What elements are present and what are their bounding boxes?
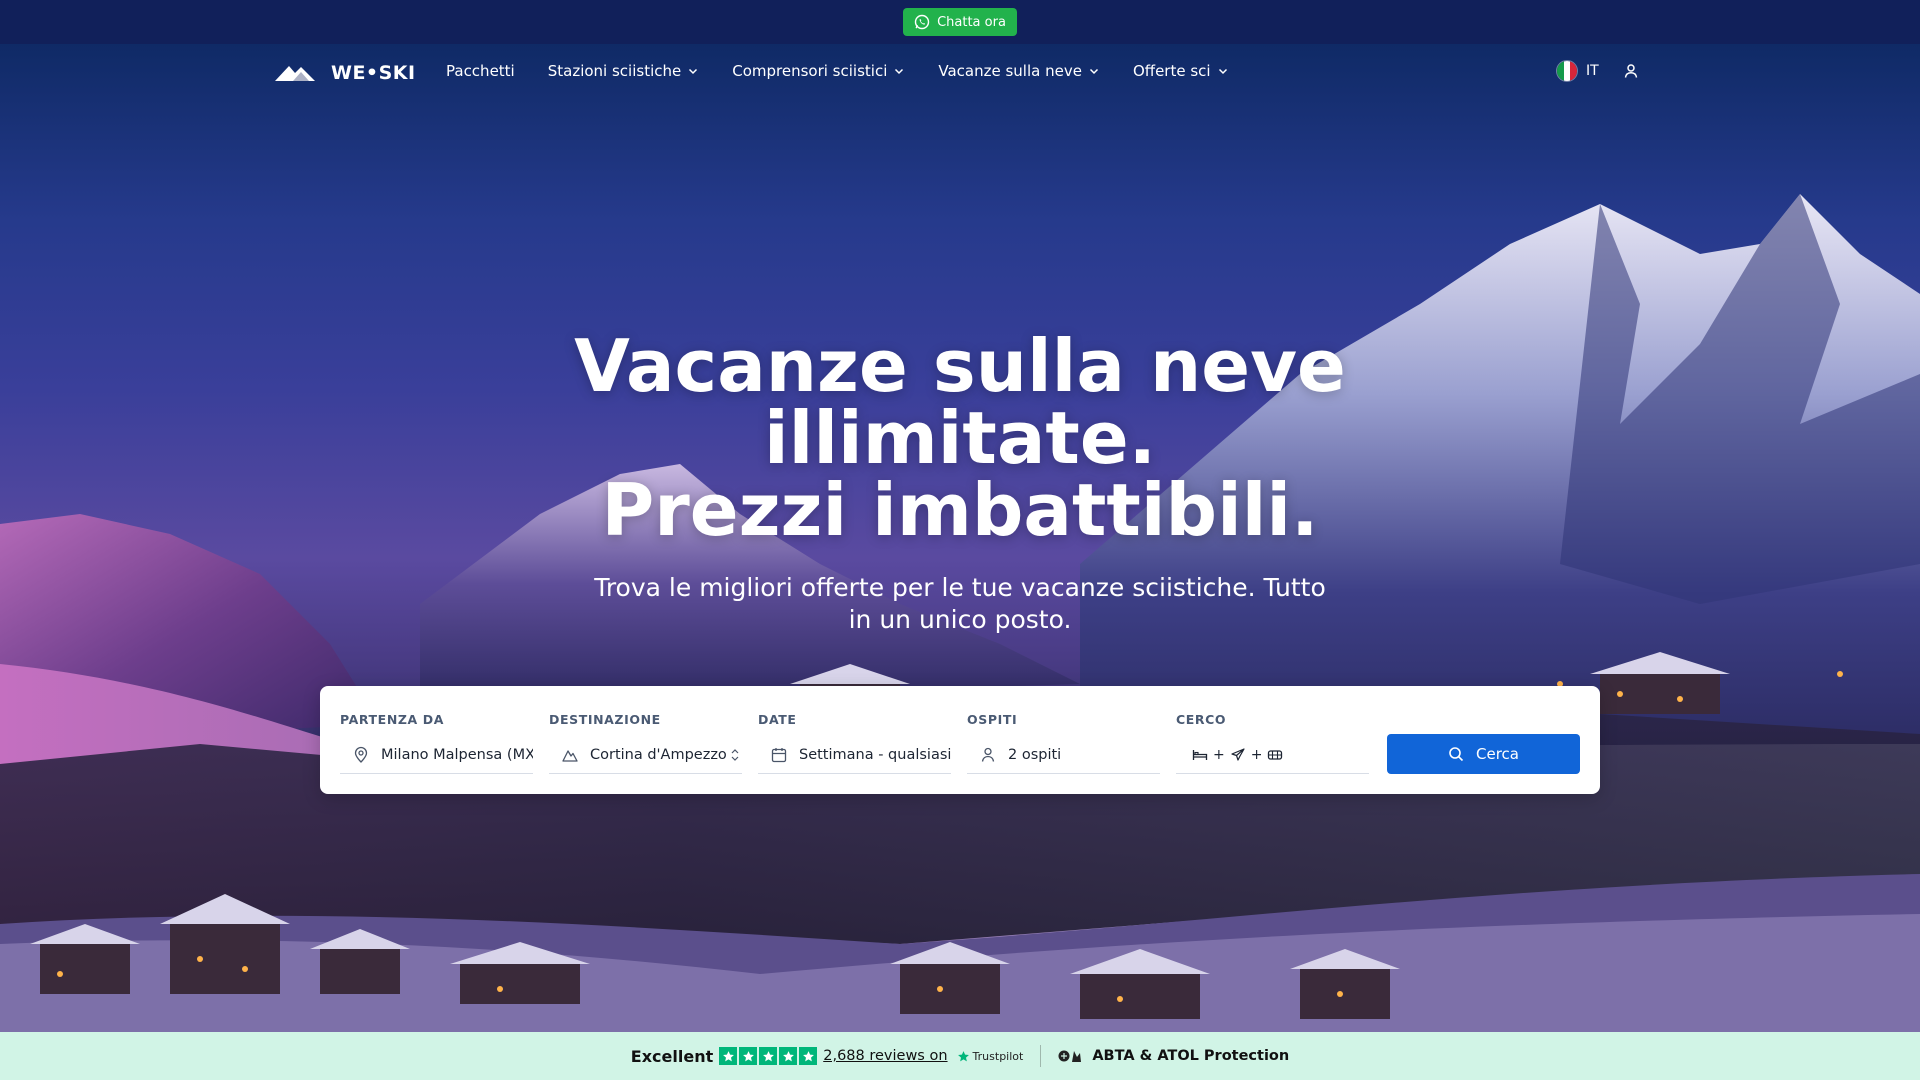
star-icon — [799, 1047, 818, 1065]
trust-bar: Excellent 2,688 reviews on Trustpilot AB… — [0, 1032, 1920, 1080]
chat-now-button[interactable]: Chatta ora — [903, 8, 1017, 36]
italy-flag-icon[interactable] — [1556, 60, 1578, 82]
whatsapp-icon — [914, 14, 930, 30]
search-button[interactable]: Cerca — [1387, 734, 1580, 774]
user-icon[interactable] — [1623, 63, 1639, 79]
nav-item-label: Comprensori sciistici — [732, 62, 888, 80]
ski-pass-icon — [1268, 749, 1283, 760]
trustpilot-stars — [719, 1047, 818, 1065]
nav-item-offerte-sci[interactable]: Offerte sci — [1133, 62, 1229, 80]
headline-line-1: Vacanze sulla neve — [574, 324, 1346, 408]
chat-now-label: Chatta ora — [937, 14, 1006, 30]
up-down-chevron-icon — [731, 748, 739, 761]
chevron-down-icon — [895, 68, 904, 75]
star-icon — [719, 1047, 738, 1065]
guests-input[interactable]: 2 ospiti — [967, 736, 1160, 774]
departure-label: PARTENZA DA — [340, 712, 445, 727]
nav-item-stazioni-sciistiche[interactable]: Stazioni sciistiche — [548, 62, 700, 80]
promo-bar: Chatta ora — [0, 0, 1920, 44]
star-icon — [779, 1047, 798, 1065]
departure-input[interactable]: Milano Malpensa (MXP) — [340, 736, 533, 774]
guests-label: OSPITI — [967, 712, 1018, 727]
reviews-link[interactable]: 2,688 reviews on — [823, 1048, 947, 1064]
star-icon — [739, 1047, 758, 1065]
location-pin-icon — [354, 746, 368, 763]
dates-value: Settimana - qualsiasi — [799, 746, 951, 763]
divider — [1040, 1045, 1042, 1067]
search-card: PARTENZA DA Milano Malpensa (MXP) DESTIN… — [320, 686, 1600, 794]
nav-links: Pacchetti Stazioni sciistiche Comprensor… — [446, 62, 1262, 80]
dates-input[interactable]: Settimana - qualsiasi — [758, 736, 951, 774]
hero-headline: Vacanze sulla neve illimitate. Prezzi im… — [560, 330, 1360, 546]
nav-item-label: Offerte sci — [1132, 62, 1211, 80]
mountain-icon — [562, 749, 578, 762]
calendar-icon — [771, 747, 787, 762]
destination-value: Cortina d'Ampezzo — [590, 746, 727, 763]
nav-item-comprensori-sciistici[interactable]: Comprensori sciistici — [732, 62, 905, 80]
abta-atol-icon — [1058, 1050, 1082, 1062]
nav-right: IT — [1556, 60, 1639, 82]
nav-item-label: Pacchetti — [446, 62, 515, 80]
destination-input[interactable]: Cortina d'Ampezzo — [549, 736, 742, 774]
person-icon — [981, 747, 995, 762]
main-nav: WE•SKI Pacchetti Stazioni sciistiche Com… — [0, 44, 1920, 100]
nav-item-vacanze-sulla-neve[interactable]: Vacanze sulla neve — [938, 62, 1100, 80]
plus-sign: + — [1250, 746, 1263, 763]
abta-atol-text: ABTA & ATOL Protection — [1092, 1048, 1290, 1064]
search-icon — [1449, 747, 1464, 762]
trustpilot-star-icon — [957, 1050, 969, 1061]
plus-sign: + — [1213, 746, 1225, 763]
rating-word: Excellent — [630, 1046, 714, 1066]
looking-for-input[interactable]: + + — [1176, 736, 1369, 774]
departure-value: Milano Malpensa (MXP) — [381, 746, 533, 763]
star-icon — [759, 1047, 778, 1065]
language-selector[interactable]: IT — [1586, 63, 1599, 79]
trustpilot-logo[interactable]: Trustpilot — [957, 1049, 1024, 1063]
logo-text: WE•SKI — [331, 62, 416, 84]
mountain-logo-icon — [275, 66, 315, 81]
trustpilot-wordmark: Trustpilot — [972, 1049, 1024, 1063]
nav-item-label: Vacanze sulla neve — [938, 62, 1082, 80]
plane-icon — [1231, 747, 1245, 761]
nav-item-label: Stazioni sciistiche — [547, 62, 682, 80]
destination-label: DESTINAZIONE — [549, 712, 661, 727]
bed-icon — [1192, 749, 1208, 760]
chevron-down-icon — [1089, 68, 1098, 75]
headline-line-2: illimitate. — [763, 396, 1157, 480]
chevron-down-icon — [689, 68, 698, 75]
chevron-down-icon — [1218, 68, 1227, 75]
weski-logo[interactable]: WE•SKI — [275, 62, 416, 84]
dates-label: DATE — [758, 712, 797, 727]
hero-subheadline: Trova le migliori offerte per le tue vac… — [594, 573, 1326, 634]
looking-for-label: CERCO — [1176, 712, 1227, 727]
guests-value: 2 ospiti — [1008, 746, 1062, 763]
search-button-label: Cerca — [1476, 745, 1519, 763]
nav-item-pacchetti[interactable]: Pacchetti — [446, 62, 515, 80]
looking-for-icons: + + — [1192, 747, 1283, 763]
headline-line-3: Prezzi imbattibili. — [601, 468, 1319, 552]
